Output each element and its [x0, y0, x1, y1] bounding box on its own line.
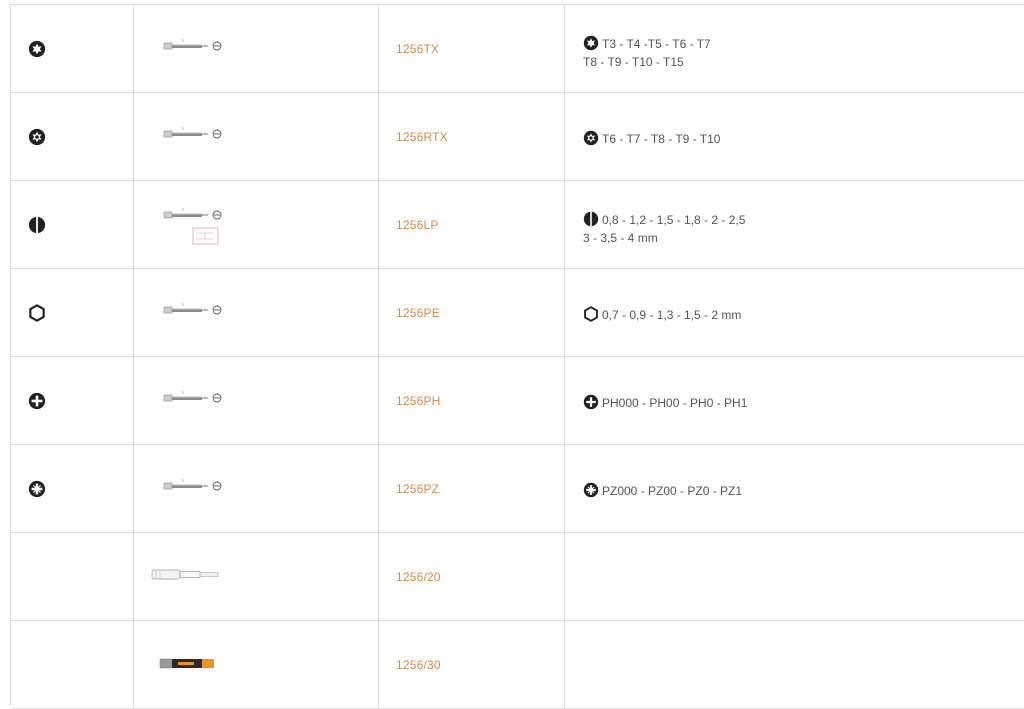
type-cell	[11, 445, 134, 532]
code-cell[interactable]: 1256/30	[379, 621, 565, 708]
sizes-text: T6 - T7 - T8 - T9 - T10	[583, 130, 720, 148]
sizes-text: 0,8 - 1,2 - 1,5 - 1,8 - 2 - 2,5 3 - 3,5 …	[583, 211, 745, 247]
type-cell	[11, 181, 134, 268]
bit-image	[162, 206, 232, 226]
bit-image	[162, 301, 232, 321]
bit-image	[162, 37, 232, 57]
screwdriver-image	[151, 569, 219, 580]
sizes-cell: PZ000 - PZ00 - PZ0 - PZ1	[565, 445, 1024, 532]
table-row: 1256TX T3 - T4 -T5 - T6 - T7 T8 - T9 - T…	[11, 5, 1024, 93]
pozidriv-icon	[28, 480, 46, 498]
image-cell	[134, 357, 379, 444]
image-cell	[134, 93, 379, 180]
bit-tip-drawing	[192, 227, 219, 245]
bit-image	[162, 389, 232, 409]
torx-icon	[28, 40, 46, 58]
table-row: 1256PE 0,7 - 0,9 - 1,3 - 1,5 - 2 mm	[11, 269, 1024, 357]
product-code[interactable]: 1256TX	[396, 42, 439, 56]
product-code[interactable]: 1256PH	[396, 394, 441, 408]
bit-image	[162, 125, 232, 145]
sizes-cell: 0,7 - 0,9 - 1,3 - 1,5 - 2 mm	[565, 269, 1024, 356]
sizes-line-1: 0,7 - 0,9 - 1,3 - 1,5 - 2 mm	[602, 308, 742, 322]
product-code[interactable]: 1256/20	[396, 570, 441, 584]
sizes-text: PH000 - PH00 - PH0 - PH1	[583, 394, 747, 412]
type-cell	[11, 621, 134, 708]
image-cell	[134, 269, 379, 356]
sizes-text: T3 - T4 -T5 - T6 - T7 T8 - T9 - T10 - T1…	[583, 35, 711, 71]
sizes-line-1: PZ000 - PZ00 - PZ0 - PZ1	[602, 484, 743, 498]
type-cell	[11, 5, 134, 92]
image-cell	[134, 445, 379, 532]
type-cell	[11, 93, 134, 180]
image-cell	[134, 533, 379, 620]
phillips-icon	[28, 392, 46, 410]
sizes-line-2: T8 - T9 - T10 - T15	[583, 55, 684, 69]
code-cell[interactable]: 1256PH	[379, 357, 565, 444]
code-cell[interactable]: 1256/20	[379, 533, 565, 620]
product-code[interactable]: 1256LP	[396, 218, 439, 232]
slotted-icon	[583, 211, 599, 227]
table-row: 1256/20	[11, 533, 1024, 621]
sizes-cell	[565, 621, 1024, 708]
sizes-cell	[565, 533, 1024, 620]
sizes-line-1: T3 - T4 -T5 - T6 - T7	[602, 37, 711, 51]
table-row: 1256/30	[11, 621, 1024, 709]
slotted-icon	[28, 216, 46, 234]
table-row: 1256RTX T6 - T7 - T8 - T9 - T10	[11, 93, 1024, 181]
type-cell	[11, 269, 134, 356]
sizes-cell: PH000 - PH00 - PH0 - PH1	[565, 357, 1024, 444]
type-cell	[11, 357, 134, 444]
sizes-cell: 0,8 - 1,2 - 1,5 - 1,8 - 2 - 2,5 3 - 3,5 …	[565, 181, 1024, 268]
sizes-cell: T3 - T4 -T5 - T6 - T7 T8 - T9 - T10 - T1…	[565, 5, 1024, 92]
product-code[interactable]: 1256RTX	[396, 130, 448, 144]
code-cell[interactable]: 1256LP	[379, 181, 565, 268]
table-row: 1256PH PH000 - PH00 - PH0 - PH1	[11, 357, 1024, 445]
code-cell[interactable]: 1256PE	[379, 269, 565, 356]
image-cell	[134, 621, 379, 708]
image-cell	[134, 181, 379, 268]
sizes-cell: T6 - T7 - T8 - T9 - T10	[565, 93, 1024, 180]
sizes-text: PZ000 - PZ00 - PZ0 - PZ1	[583, 482, 742, 500]
image-cell	[134, 5, 379, 92]
pozidriv-icon	[583, 482, 599, 498]
hexagon-icon	[28, 304, 46, 322]
product-table: 1256TX T3 - T4 -T5 - T6 - T7 T8 - T9 - T…	[10, 4, 1024, 709]
hexagon-icon	[583, 306, 599, 322]
product-code[interactable]: 1256PZ	[396, 482, 439, 496]
sizes-text: 0,7 - 0,9 - 1,3 - 1,5 - 2 mm	[583, 306, 741, 324]
code-cell[interactable]: 1256TX	[379, 5, 565, 92]
bit-image	[162, 477, 232, 497]
sizes-line-1: 0,8 - 1,2 - 1,5 - 1,8 - 2 - 2,5	[602, 213, 746, 227]
phillips-icon	[583, 394, 599, 410]
type-cell	[11, 533, 134, 620]
product-code[interactable]: 1256/30	[396, 658, 441, 672]
code-cell[interactable]: 1256RTX	[379, 93, 565, 180]
code-cell[interactable]: 1256PZ	[379, 445, 565, 532]
table-row: 1256LP 0,8 - 1,2 - 1,5 - 1,8 - 2 - 2,5 3…	[11, 181, 1024, 269]
product-code[interactable]: 1256PE	[396, 306, 440, 320]
handle-image	[159, 658, 214, 669]
torx-icon	[583, 35, 599, 51]
table-row: 1256PZ PZ000 - PZ00 - PZ0 - PZ1	[11, 445, 1024, 533]
torx-tamper-icon	[28, 128, 46, 146]
sizes-line-1: T6 - T7 - T8 - T9 - T10	[602, 132, 721, 146]
sizes-line-2: 3 - 3,5 - 4 mm	[583, 231, 658, 245]
sizes-line-1: PH000 - PH00 - PH0 - PH1	[602, 396, 748, 410]
torx-tamper-icon	[583, 130, 599, 146]
